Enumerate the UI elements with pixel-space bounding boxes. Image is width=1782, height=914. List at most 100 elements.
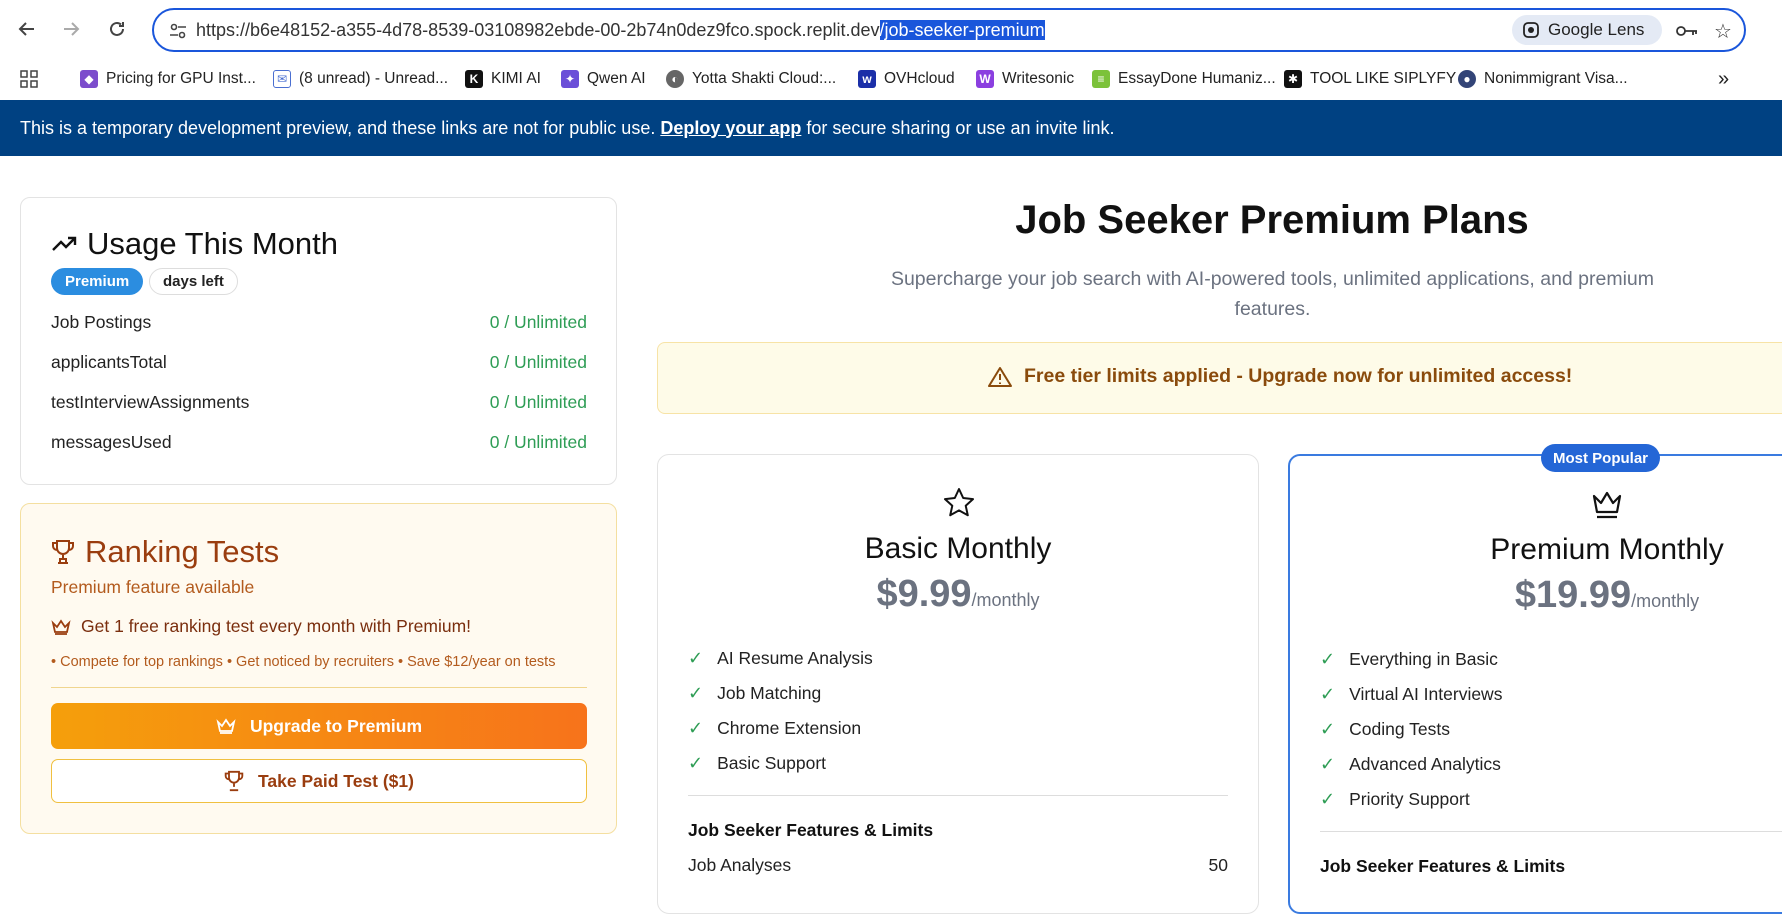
more-bookmarks-icon[interactable]: » xyxy=(1718,66,1729,92)
usage-value: 0 / Unlimited xyxy=(489,392,587,412)
usage-label: applicantsTotal xyxy=(51,352,167,372)
basic-plan-card[interactable]: Basic Monthly $9.99/monthly ✓ AI Resume A… xyxy=(657,454,1259,914)
check-icon: ✓ xyxy=(688,753,704,773)
feature-label: Coding Tests xyxy=(1349,719,1450,739)
feature-item: ✓ Advanced Analytics xyxy=(1320,754,1501,775)
limits-title: Job Seeker Features & Limits xyxy=(1320,856,1566,876)
bookmark-label: EssayDone Humaniz... xyxy=(1118,70,1276,87)
apps-grid-icon[interactable] xyxy=(20,66,38,92)
feature-item: ✓ Job Matching xyxy=(688,683,821,704)
feature-item: ✓ Priority Support xyxy=(1320,789,1470,810)
check-icon: ✓ xyxy=(688,683,704,703)
ranking-benefits: • Compete for top rankings • Get noticed… xyxy=(51,654,556,670)
forward-arrow-icon[interactable] xyxy=(56,14,86,44)
bookmark-label: OVHcloud xyxy=(884,70,955,87)
bookmarks-bar: ◆ Pricing for GPU Inst... ✉ (8 unread) - U… xyxy=(0,58,1782,100)
google-lens-button[interactable]: Google Lens xyxy=(1512,15,1662,45)
usage-row: messagesUsed 0 / Unlimited xyxy=(51,432,587,453)
usage-value: 0 / Unlimited xyxy=(489,312,587,332)
divider xyxy=(688,795,1228,796)
bookmark-item[interactable]: ≡ EssayDone Humaniz... xyxy=(1092,66,1276,92)
premium-plan-card[interactable]: Most Popular Premium Monthly $19.99/mont… xyxy=(1288,444,1782,914)
check-icon: ✓ xyxy=(688,718,704,738)
seal-icon: ● xyxy=(1458,70,1476,88)
alert-text: Free tier limits applied - Upgrade now f… xyxy=(1024,365,1573,387)
doc-icon: ≡ xyxy=(1092,70,1110,88)
bookmark-star-icon[interactable]: ☆ xyxy=(1710,18,1736,44)
feature-label: Everything in Basic xyxy=(1349,649,1498,669)
bookmark-item[interactable]: ✱ TOOL LIKE SIPLYFY xyxy=(1284,66,1456,92)
warning-icon xyxy=(988,366,1012,387)
address-bar[interactable]: https://b6e48152-a355-4d78-8539-03108982… xyxy=(152,8,1746,52)
url-prefix: https://b6e48152-a355-4d78-8539-03108982… xyxy=(196,20,880,40)
site-info-icon[interactable] xyxy=(168,21,188,41)
bookmark-item[interactable]: W Writesonic xyxy=(976,66,1074,92)
ranking-offer: Get 1 free ranking test every month with… xyxy=(51,616,471,637)
feature-label: Basic Support xyxy=(717,753,827,773)
crown-icon xyxy=(51,618,71,635)
limits-title: Job Seeker Features & Limits xyxy=(688,820,934,840)
cube-icon: ◆ xyxy=(80,70,98,88)
check-icon: ✓ xyxy=(1320,719,1336,739)
ranking-tests-card: Ranking Tests Premium feature available … xyxy=(20,503,617,834)
check-icon: ✓ xyxy=(1320,754,1336,774)
bookmark-label: TOOL LIKE SIPLYFY xyxy=(1310,70,1457,87)
most-popular-badge: Most Popular xyxy=(1541,444,1661,472)
usage-row: testInterviewAssignments 0 / Unlimited xyxy=(51,392,587,413)
plan-price: $19.99/monthly xyxy=(1290,574,1782,617)
ranking-title-text: Ranking Tests xyxy=(85,534,280,569)
price-period: /monthly xyxy=(1631,591,1700,611)
trophy-icon xyxy=(52,540,74,564)
bookmark-item[interactable]: K KIMI AI xyxy=(465,66,541,92)
url-text[interactable]: https://b6e48152-a355-4d78-8539-03108982… xyxy=(196,20,1045,41)
deploy-link[interactable]: Deploy your app xyxy=(660,118,801,139)
bookmark-item[interactable]: ✦ Qwen AI xyxy=(561,66,646,92)
feature-item: ✓ Chrome Extension xyxy=(688,718,861,739)
divider xyxy=(1320,831,1782,832)
key-icon[interactable] xyxy=(1674,18,1700,44)
take-paid-test-button[interactable]: Take Paid Test ($1) xyxy=(51,759,587,803)
bookmark-item[interactable]: ● Nonimmigrant Visa... xyxy=(1458,66,1628,92)
feature-label: Priority Support xyxy=(1349,789,1470,809)
feature-item: ✓ Coding Tests xyxy=(1320,719,1450,740)
reload-icon[interactable] xyxy=(102,14,132,44)
banner-text-before: This is a temporary development preview,… xyxy=(20,117,661,138)
crown-icon xyxy=(216,718,236,734)
star-icon xyxy=(944,488,974,517)
bookmark-item[interactable]: w OVHcloud xyxy=(858,66,955,92)
usage-label: Job Postings xyxy=(51,312,152,332)
usage-value: 0 / Unlimited xyxy=(489,432,587,452)
banner-text-after: for secure sharing or use an invite link… xyxy=(801,117,1115,138)
feature-item: ✓ Virtual AI Interviews xyxy=(1320,684,1502,705)
usage-title: Usage This Month xyxy=(51,226,338,262)
feature-item: ✓ AI Resume Analysis xyxy=(688,648,873,669)
bookmark-label: (8 unread) - Unread... xyxy=(299,70,449,87)
plan-price: $9.99/monthly xyxy=(658,573,1258,616)
price-amount: $9.99 xyxy=(876,573,972,615)
check-icon: ✓ xyxy=(1320,684,1336,704)
bookmark-label: Yotta Shakti Cloud:... xyxy=(692,70,837,87)
qwen-icon: ✦ xyxy=(561,70,579,88)
check-icon: ✓ xyxy=(1320,789,1336,809)
bookmark-item[interactable]: ◆ Pricing for GPU Inst... xyxy=(80,66,256,92)
price-period: /monthly xyxy=(971,590,1040,610)
upgrade-to-premium-button[interactable]: Upgrade to Premium xyxy=(51,703,587,749)
usage-title-text: Usage This Month xyxy=(87,226,338,261)
check-icon: ✓ xyxy=(688,648,704,668)
globe-icon: ◐ xyxy=(666,70,684,88)
page-title: Job Seeker Premium Plans xyxy=(1015,198,1529,242)
premium-badge: Premium xyxy=(51,268,144,295)
usage-row: Job Postings 0 / Unlimited xyxy=(51,312,587,333)
upgrade-label: Upgrade to Premium xyxy=(249,715,423,736)
limit-row: Job Analyses 50 xyxy=(688,855,1228,876)
bookmark-item[interactable]: ✉ (8 unread) - Unread... xyxy=(273,66,448,92)
tool-icon: ✱ xyxy=(1284,70,1302,88)
mail-icon: ✉ xyxy=(273,70,291,88)
bookmark-item[interactable]: ◐ Yotta Shakti Cloud:... xyxy=(666,66,836,92)
bookmark-label: Writesonic xyxy=(1002,70,1075,87)
url-selected-path: /job-seeker-premium xyxy=(879,20,1045,40)
ws-icon: W xyxy=(976,70,994,88)
back-arrow-icon[interactable] xyxy=(12,14,42,44)
plan-name: Premium Monthly xyxy=(1490,533,1724,566)
days-left-badge: days left xyxy=(149,268,238,295)
